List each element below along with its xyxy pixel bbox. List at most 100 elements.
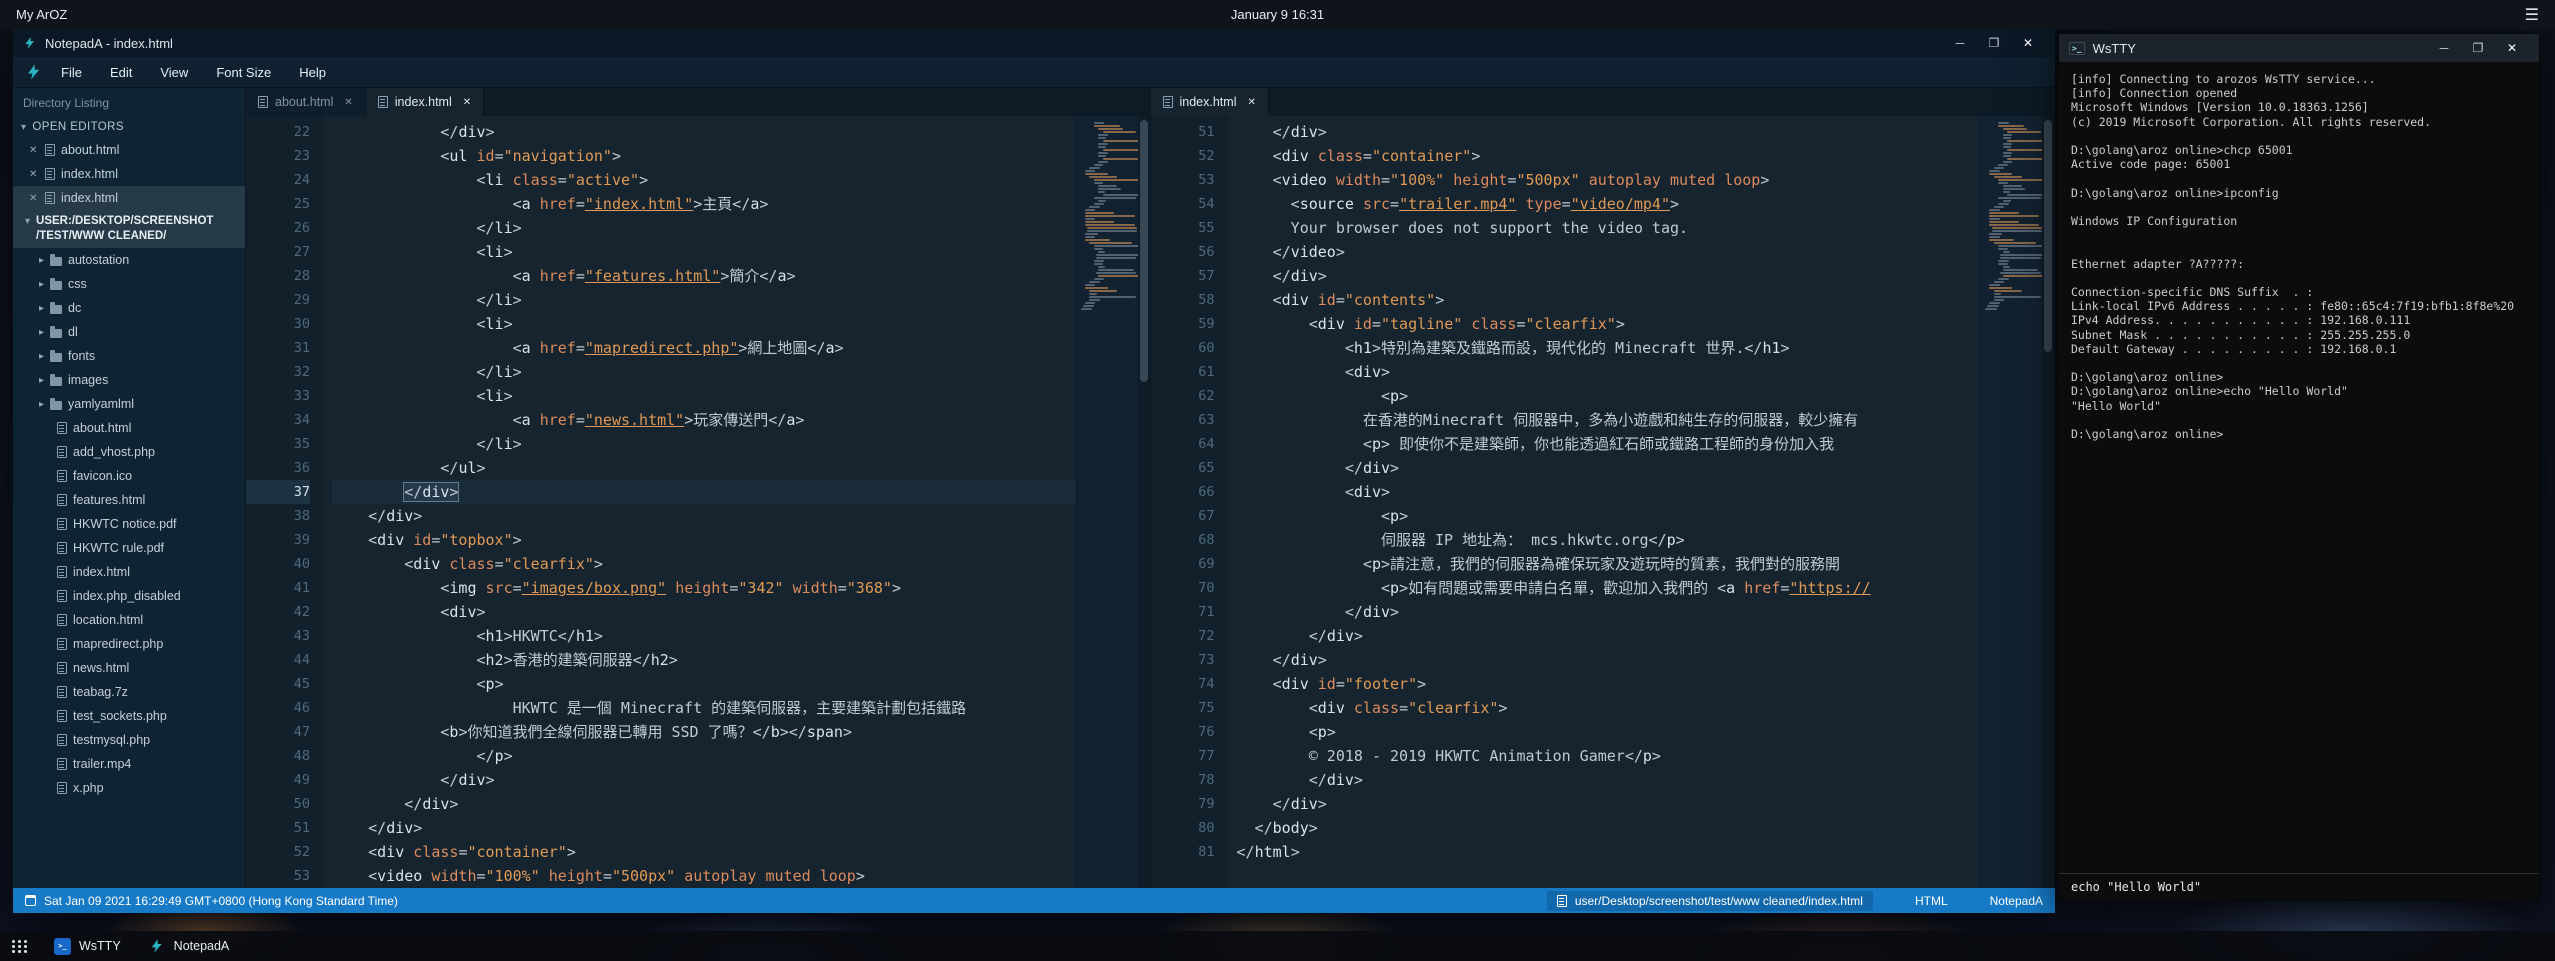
code-line[interactable]: </p> bbox=[332, 744, 1076, 768]
code-line[interactable]: </video> bbox=[1237, 240, 1981, 264]
code-line[interactable]: 伺服器 IP 地址為： mcs.hkwtc.org</p> bbox=[1237, 528, 1981, 552]
hamburger-icon[interactable]: ☰ bbox=[2525, 5, 2539, 25]
code-line[interactable]: </div> bbox=[332, 768, 1076, 792]
wstty-titlebar[interactable]: >_ WsTTY ─ ❐ ✕ bbox=[2059, 34, 2539, 62]
menu-edit[interactable]: Edit bbox=[110, 65, 132, 80]
close-icon[interactable]: ✕ bbox=[2495, 41, 2529, 55]
tree-file-about-html[interactable]: about.html bbox=[13, 416, 245, 440]
code-line[interactable]: <div> bbox=[1237, 480, 1981, 504]
app-launcher-button[interactable] bbox=[0, 931, 40, 961]
code-line[interactable]: <li> bbox=[332, 240, 1076, 264]
code-line[interactable]: </div> bbox=[332, 504, 1076, 528]
code-line[interactable]: <video width="100%" height="500px" autop… bbox=[1237, 168, 1981, 192]
open-editors-header[interactable]: ▾ OPEN EDITORS bbox=[13, 116, 245, 138]
code-line[interactable]: <div id="tagline" class="clearfix"> bbox=[1237, 312, 1981, 336]
code-line[interactable]: </div> bbox=[1237, 264, 1981, 288]
menu-help[interactable]: Help bbox=[299, 65, 326, 80]
tree-file-trailer-mp4[interactable]: trailer.mp4 bbox=[13, 752, 245, 776]
code-line[interactable]: <div id="topbox"> bbox=[332, 528, 1076, 552]
code-line[interactable]: Your browser does not support the video … bbox=[1237, 216, 1981, 240]
tree-folder-css[interactable]: ▸css bbox=[13, 272, 245, 296]
tree-file-mapredirect-php[interactable]: mapredirect.php bbox=[13, 632, 245, 656]
code-line[interactable]: <div> bbox=[332, 600, 1076, 624]
code-line[interactable]: </div> bbox=[332, 120, 1076, 144]
system-menu-label[interactable]: My ArOZ bbox=[16, 7, 67, 22]
code-line[interactable]: <p>如有問題或需要申請白名單，歡迎加入我們的 <a href="https:/… bbox=[1237, 576, 1981, 600]
code-line[interactable]: © 2018 - 2019 HKWTC Animation Gamer</p> bbox=[1237, 744, 1981, 768]
tree-file-index-php-disabled[interactable]: index.php_disabled bbox=[13, 584, 245, 608]
minimize-icon[interactable]: ─ bbox=[1943, 36, 1977, 50]
menu-font-size[interactable]: Font Size bbox=[216, 65, 271, 80]
close-tab-icon[interactable]: ✕ bbox=[344, 97, 352, 108]
tree-file-favicon-ico[interactable]: favicon.ico bbox=[13, 464, 245, 488]
tree-file-hkwtc-rule-pdf[interactable]: HKWTC rule.pdf bbox=[13, 536, 245, 560]
code-line[interactable]: </li> bbox=[332, 360, 1076, 384]
code-line[interactable]: </div> bbox=[332, 816, 1076, 840]
tree-file-test-sockets-php[interactable]: test_sockets.php bbox=[13, 704, 245, 728]
notepada-titlebar[interactable]: NotepadA - index.html ─ ❐ ✕ bbox=[13, 29, 2055, 57]
tree-file-location-html[interactable]: location.html bbox=[13, 608, 245, 632]
code-line[interactable]: </div> bbox=[1237, 624, 1981, 648]
code-line[interactable]: <img src="images/box.png" height="342" w… bbox=[332, 576, 1076, 600]
code-line[interactable]: </ul> bbox=[332, 456, 1076, 480]
maximize-icon[interactable]: ❐ bbox=[1977, 36, 2011, 50]
code-line[interactable]: <p> bbox=[1237, 384, 1981, 408]
code-line[interactable]: </div> bbox=[332, 792, 1076, 816]
code-line[interactable]: </div> bbox=[1237, 792, 1981, 816]
menu-file[interactable]: File bbox=[61, 65, 82, 80]
code-line[interactable]: 在香港的Minecraft 伺服器中，多為小遊戲和純生存的伺服器，較少擁有 bbox=[1237, 408, 1981, 432]
code-line[interactable]: </li> bbox=[332, 216, 1076, 240]
code-line[interactable]: <h1>HKWTC</h1> bbox=[332, 624, 1076, 648]
code-line[interactable]: <ul id="navigation"> bbox=[332, 144, 1076, 168]
scrollbar-thumb[interactable] bbox=[1140, 120, 1148, 382]
close-icon[interactable]: ✕ bbox=[29, 193, 39, 204]
tab-index-html[interactable]: index.html✕ bbox=[1151, 88, 1269, 116]
code-line[interactable]: <div class="clearfix"> bbox=[1237, 696, 1981, 720]
close-icon[interactable]: ✕ bbox=[29, 169, 39, 180]
tree-folder-images[interactable]: ▸images bbox=[13, 368, 245, 392]
code-line[interactable]: </div> bbox=[1237, 648, 1981, 672]
close-icon[interactable]: ✕ bbox=[2011, 36, 2045, 50]
code-line[interactable]: <a href="news.html">玩家傳送門</a> bbox=[332, 408, 1076, 432]
code-line[interactable]: <p> 即使你不是建築師，你也能透過紅石師或鐵路工程師的身份加入我 bbox=[1237, 432, 1981, 456]
tree-file-news-html[interactable]: news.html bbox=[13, 656, 245, 680]
code-line[interactable]: <div id="contents"> bbox=[1237, 288, 1981, 312]
menu-view[interactable]: View bbox=[160, 65, 188, 80]
code-line[interactable]: <video width="100%" height="500px" autop… bbox=[332, 864, 1076, 888]
open-editor-index-html[interactable]: ✕index.html bbox=[13, 186, 245, 210]
code-line[interactable]: </div> bbox=[1237, 768, 1981, 792]
code-line[interactable]: <li> bbox=[332, 384, 1076, 408]
code-line[interactable]: </div> bbox=[1237, 456, 1981, 480]
code-editor-left[interactable]: </div> <ul id="navigation"> <li class="a… bbox=[324, 116, 1076, 888]
open-editor-about-html[interactable]: ✕about.html bbox=[13, 138, 245, 162]
tree-file-add-vhost-php[interactable]: add_vhost.php bbox=[13, 440, 245, 464]
code-line[interactable]: </div> bbox=[332, 480, 1076, 504]
terminal-output[interactable]: [info] Connecting to arozos WsTTY servic… bbox=[2059, 62, 2539, 873]
scrollbar-thumb[interactable] bbox=[2044, 120, 2052, 352]
tree-file-teabag-7z[interactable]: teabag.7z bbox=[13, 680, 245, 704]
code-line[interactable]: <h2>香港的建築伺服器</h2> bbox=[332, 648, 1076, 672]
tree-file-hkwtc-notice-pdf[interactable]: HKWTC notice.pdf bbox=[13, 512, 245, 536]
code-line[interactable]: <source src="trailer.mp4" type="video/mp… bbox=[1237, 192, 1981, 216]
code-line[interactable]: HKWTC 是一個 Minecraft 的建築伺服器，主要建築計劃包括鐵路 bbox=[332, 696, 1076, 720]
code-line[interactable]: <div id="footer"> bbox=[1237, 672, 1981, 696]
code-line[interactable]: <a href="features.html">簡介</a> bbox=[332, 264, 1076, 288]
minimap[interactable] bbox=[1980, 116, 2042, 888]
minimap[interactable] bbox=[1076, 116, 1138, 888]
statusbar-language[interactable]: HTML bbox=[1915, 894, 1948, 908]
close-tab-icon[interactable]: ✕ bbox=[1247, 97, 1255, 108]
close-tab-icon[interactable]: ✕ bbox=[463, 97, 471, 108]
code-line[interactable]: <b>你知道我們全線伺服器已轉用 SSD 了嗎？</b></span> bbox=[332, 720, 1076, 744]
code-editor-right[interactable]: </div> <div class="container"> <video wi… bbox=[1229, 116, 1981, 888]
code-line[interactable]: </li> bbox=[332, 432, 1076, 456]
code-line[interactable]: <p> bbox=[1237, 504, 1981, 528]
code-line[interactable]: </html> bbox=[1237, 840, 1981, 864]
terminal-input[interactable]: echo "Hello World" bbox=[2059, 873, 2539, 900]
tree-file-features-html[interactable]: features.html bbox=[13, 488, 245, 512]
tab-about-html[interactable]: about.html✕ bbox=[246, 88, 366, 116]
tree-folder-autostation[interactable]: ▸autostation bbox=[13, 248, 245, 272]
statusbar-file-path[interactable]: user/Desktop/screenshot/test/www cleaned… bbox=[1547, 891, 1873, 911]
code-line[interactable]: <div> bbox=[1237, 360, 1981, 384]
code-line[interactable]: <li class="active"> bbox=[332, 168, 1076, 192]
code-line[interactable]: <p> bbox=[1237, 720, 1981, 744]
